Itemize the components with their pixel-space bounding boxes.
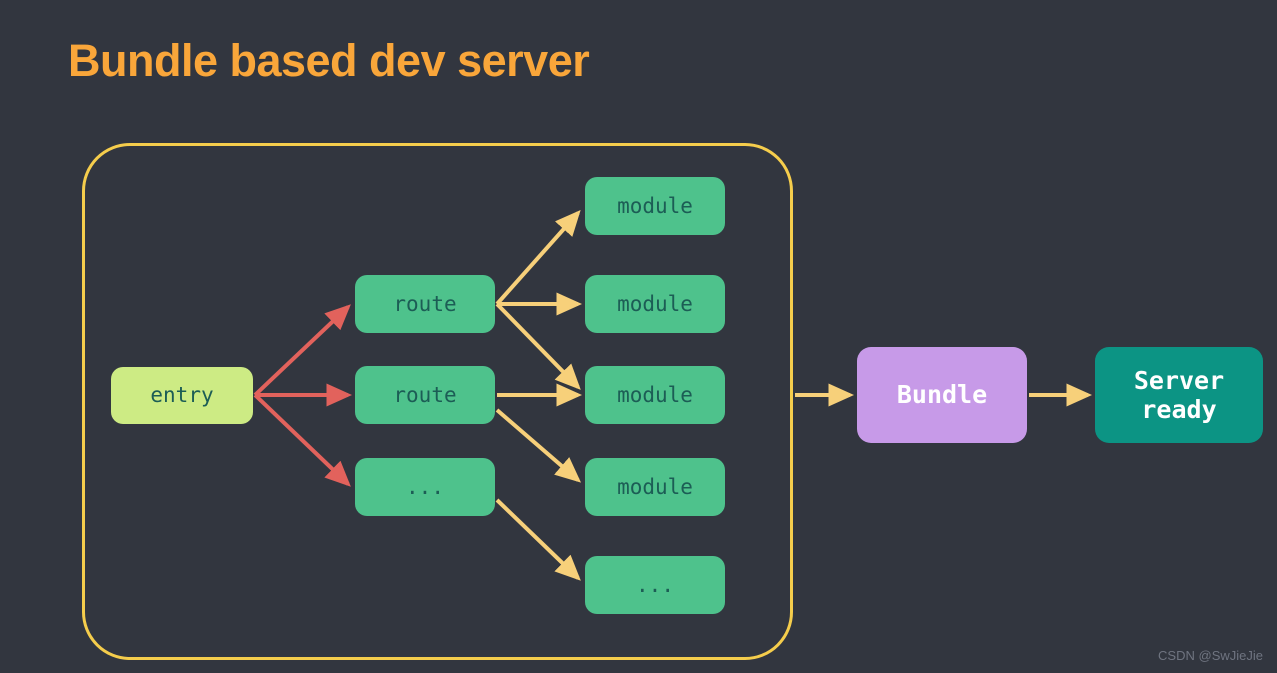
node-module-2-label: module <box>617 291 693 316</box>
node-route-1[interactable]: route <box>355 275 495 333</box>
node-route-1-label: route <box>393 291 457 316</box>
page-title: Bundle based dev server <box>68 35 590 86</box>
node-module-1[interactable]: module <box>585 177 725 235</box>
node-route-3-label: ... <box>406 474 444 499</box>
node-bundle[interactable]: Bundle <box>857 347 1027 443</box>
node-server-ready[interactable]: Server ready <box>1095 347 1263 443</box>
node-module-4[interactable]: module <box>585 458 725 516</box>
node-module-5-label: ... <box>636 572 674 597</box>
node-entry[interactable]: entry <box>111 367 253 424</box>
node-module-1-label: module <box>617 193 693 218</box>
node-route-2[interactable]: route <box>355 366 495 424</box>
node-module-3-label: module <box>617 382 693 407</box>
node-module-4-label: module <box>617 474 693 499</box>
node-module-3[interactable]: module <box>585 366 725 424</box>
node-route-2-label: route <box>393 382 457 407</box>
node-module-2[interactable]: module <box>585 275 725 333</box>
node-route-3-ellipsis[interactable]: ... <box>355 458 495 516</box>
watermark: CSDN @SwJieJie <box>1158 648 1263 663</box>
node-bundle-label: Bundle <box>896 380 988 410</box>
node-module-5-ellipsis[interactable]: ... <box>585 556 725 614</box>
node-entry-label: entry <box>150 383 214 408</box>
node-server-ready-label: Server ready <box>1133 365 1225 425</box>
diagram-canvas: Bundle based dev server entry route rout… <box>0 0 1277 673</box>
